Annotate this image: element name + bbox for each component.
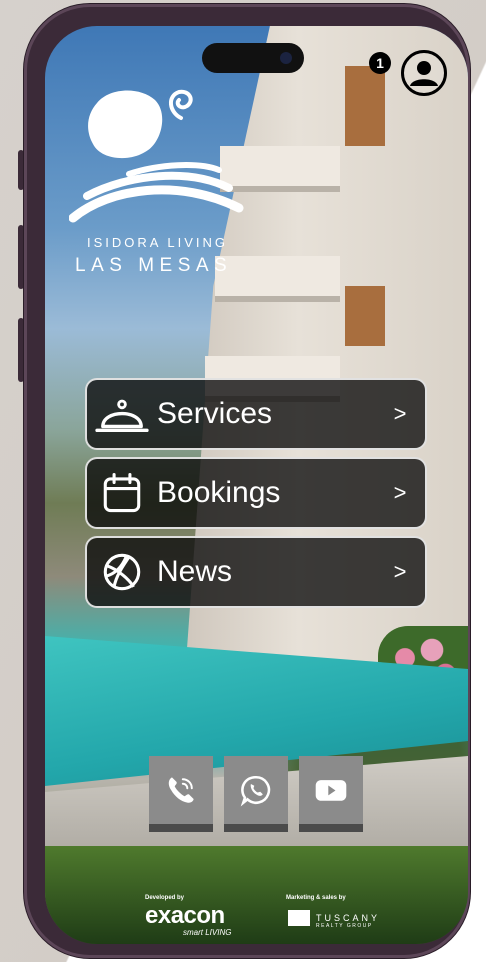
developer-sublogo: smart LIVING [183, 928, 232, 937]
user-icon [410, 61, 438, 86]
brand-name-bottom: LAS MESAS [75, 255, 233, 276]
dynamic-island [202, 43, 304, 73]
news-label: News [157, 555, 233, 588]
services-label: Services [157, 397, 273, 430]
services-button[interactable]: Services > [85, 378, 427, 450]
agency-logo: TUSCANY REALTY GROUP [288, 910, 381, 929]
whatsapp-icon [240, 775, 271, 807]
agency-subname: REALTY GROUP [316, 923, 373, 929]
news-button[interactable]: News > [85, 536, 427, 608]
youtube-button[interactable] [299, 756, 363, 832]
bookings-label: Bookings [157, 476, 281, 509]
calendar-icon [103, 472, 141, 513]
notification-badge: 1 [369, 52, 391, 74]
lawn [45, 846, 468, 944]
developed-by-label: Developed by [145, 895, 185, 901]
phone-icon [168, 777, 194, 803]
marketing-by-label: Marketing & sales by [286, 895, 346, 901]
bookings-chevron-icon: > [393, 480, 407, 505]
whatsapp-button[interactable] [224, 756, 288, 832]
app-screen: ISIDORA LIVING LAS MESAS 1 Services > Bo… [45, 26, 468, 944]
youtube-icon [315, 780, 347, 801]
balcony [215, 256, 340, 302]
wood-panel [345, 286, 385, 346]
agency-name: TUSCANY [316, 913, 381, 923]
phone-button[interactable] [149, 756, 213, 832]
tuscany-mark-icon [288, 910, 310, 926]
services-chevron-icon: > [393, 401, 407, 426]
brand-logo-icon [69, 89, 244, 223]
brand-name-top: ISIDORA LIVING [87, 235, 228, 250]
developer-logo: exacon [145, 902, 225, 929]
news-chevron-icon: > [393, 559, 407, 584]
service-bell-icon [95, 399, 149, 432]
profile-button[interactable] [401, 50, 447, 96]
wood-panel [345, 66, 385, 146]
bookings-button[interactable]: Bookings > [85, 457, 427, 529]
basketball-icon [103, 553, 141, 591]
